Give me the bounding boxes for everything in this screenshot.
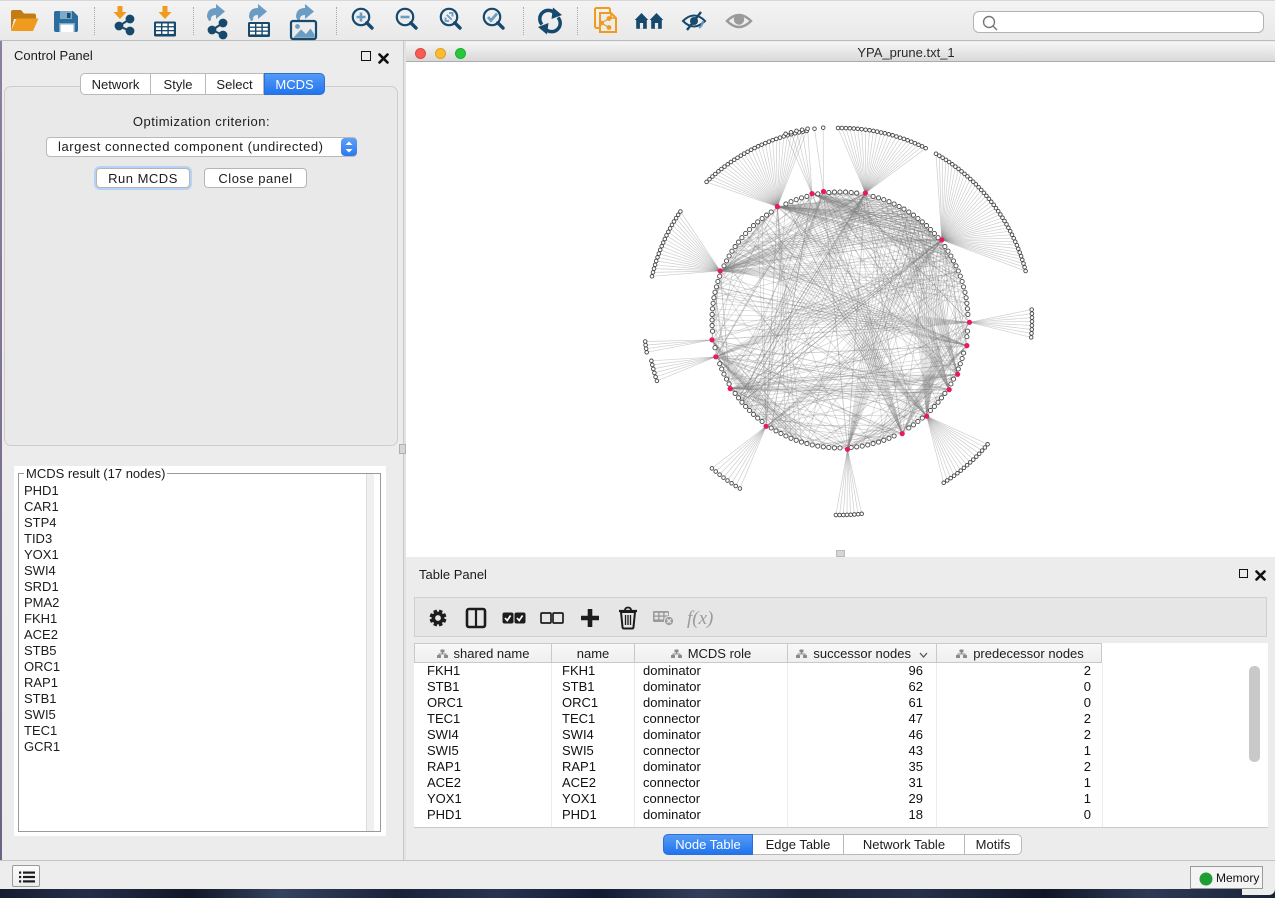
- svg-text:f(x): f(x): [687, 608, 713, 629]
